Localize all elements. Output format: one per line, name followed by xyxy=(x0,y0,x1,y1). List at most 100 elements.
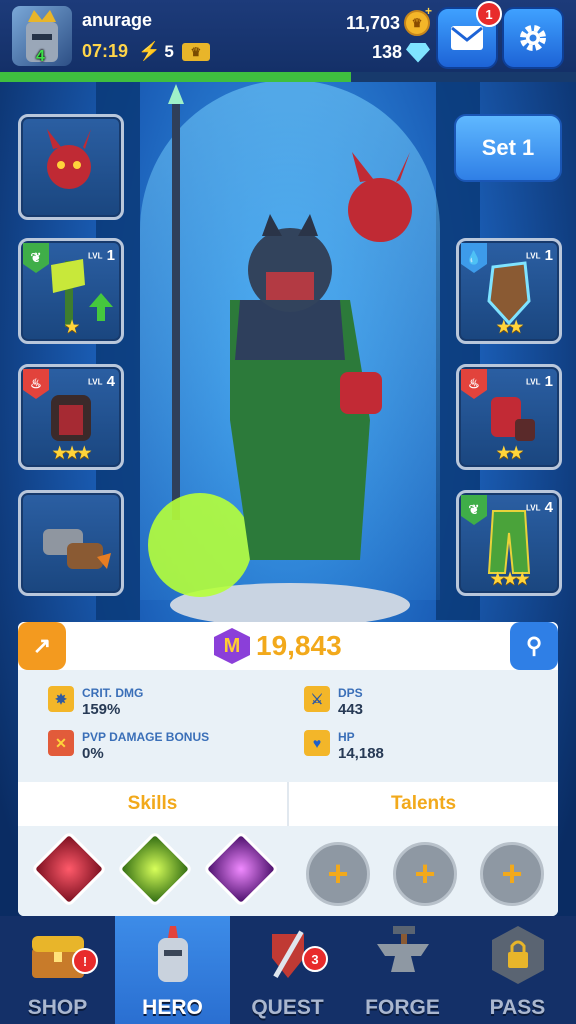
tab-skills[interactable]: Skills xyxy=(18,782,287,826)
mail-button[interactable]: 1 xyxy=(436,1,502,69)
nav-label: PASS xyxy=(489,996,546,1019)
slot-gauntlet[interactable]: ♨ LVL 1 ★★ xyxy=(456,364,562,470)
shop-badge: ! xyxy=(72,948,98,974)
stat-dps: ⚔ DPS 443 xyxy=(304,686,363,718)
slot-level: LVL 1 xyxy=(525,373,553,390)
equipment-set-button[interactable]: Set 1 xyxy=(454,114,562,182)
stat-crit-dmg: ✸ CRIT. DMG 159% xyxy=(48,686,143,718)
nav-label: QUEST xyxy=(251,996,324,1019)
stat-pvp-bonus: ✕ PVP DAMAGE BONUS 0% xyxy=(48,730,209,762)
stat-value: 0% xyxy=(82,745,104,762)
plus-icon: + xyxy=(414,853,436,894)
slot-weapon-axe[interactable]: ❦ LVL 1 ★ xyxy=(18,238,124,344)
skill-skull-icon[interactable] xyxy=(116,830,194,908)
heart-icon: ♥ xyxy=(304,730,330,756)
slot-level: LVL 1 xyxy=(525,247,553,264)
add-talent-button[interactable]: + xyxy=(306,842,370,906)
mail-badge: 1 xyxy=(476,1,502,27)
player-level: 4 xyxy=(36,48,45,65)
crown-icon: ♛ xyxy=(181,42,210,61)
experience-progress-fill xyxy=(0,72,352,82)
slot-stars: ★★★ xyxy=(490,571,529,588)
crit-icon: ✸ xyxy=(48,686,74,712)
plus-icon: + xyxy=(501,853,523,894)
hero-stats-panel: M 19,843 ✸ CRIT. DMG 159% ⚔ DPS 443 ✕ PV… xyxy=(18,622,558,916)
add-talent-button[interactable]: + xyxy=(393,842,457,906)
settings-button[interactable] xyxy=(502,7,564,69)
experience-progress-bar xyxy=(0,72,576,82)
skills-row: + + + xyxy=(18,826,558,916)
stat-hp: ♥ HP 14,188 xyxy=(304,730,384,762)
stat-label: CRIT. DMG xyxy=(82,686,144,700)
nav-hero[interactable]: HERO xyxy=(115,916,230,1024)
nav-quest[interactable]: 3 QUEST xyxy=(230,916,345,1024)
lightning-icon: ⚡ xyxy=(138,41,161,61)
power-value: 19,843 xyxy=(256,630,342,661)
locked-pass-icon xyxy=(491,926,544,984)
energy-counter: ⚡ 5 ♛ xyxy=(138,41,210,62)
slot-pet[interactable] xyxy=(18,114,124,220)
add-talent-button[interactable]: + xyxy=(480,842,544,906)
stat-value: 14,188 xyxy=(338,745,384,762)
slot-stars: ★ xyxy=(64,319,79,336)
slot-shield[interactable]: 💧 LVL 1 ★★ xyxy=(456,238,562,344)
slot-armor[interactable]: ♨ LVL 4 ★★★ xyxy=(18,364,124,470)
dps-icon: ⚔ xyxy=(304,686,330,712)
stat-label: HP xyxy=(338,730,355,744)
nav-forge[interactable]: FORGE xyxy=(345,916,460,1024)
magnifier-icon: ⚲ xyxy=(525,633,543,658)
nav-pass[interactable]: PASS xyxy=(460,916,575,1024)
skill-fire-eye-icon[interactable] xyxy=(30,830,108,908)
nav-label: HERO xyxy=(142,996,203,1019)
slot-level: LVL 4 xyxy=(87,373,115,390)
slot-level: LVL 1 xyxy=(87,247,115,264)
quest-badge: 3 xyxy=(302,946,328,972)
plus-icon: + xyxy=(327,853,349,894)
stat-label: PVP DAMAGE BONUS xyxy=(82,730,210,744)
slot-stars: ★★ xyxy=(496,319,524,336)
slot-stars: ★★★ xyxy=(52,445,91,462)
share-button[interactable]: ↗ xyxy=(18,622,66,670)
hero-staff xyxy=(172,100,180,520)
demon-pet-icon xyxy=(47,129,91,189)
inspect-button[interactable]: ⚲ xyxy=(510,622,558,670)
slot-stars: ★★ xyxy=(496,445,524,462)
nav-shop[interactable]: ! SHOP xyxy=(0,916,115,1024)
hero-gauntlet xyxy=(340,372,382,414)
mail-icon xyxy=(451,26,483,50)
energy-timer: 07:19 xyxy=(82,41,129,61)
coin-counter[interactable]: 11,703 ♛ + xyxy=(345,4,432,36)
skills-talents-tabs: Skills Talents xyxy=(18,782,558,826)
diamond-icon xyxy=(406,42,430,63)
glowing-orb xyxy=(148,493,252,597)
gem-counter[interactable]: 138 xyxy=(372,42,430,63)
coin-amount: 11,703 xyxy=(345,12,400,33)
stat-label: DPS xyxy=(338,686,363,700)
anvil-icon xyxy=(376,926,429,972)
player-name: anurage xyxy=(82,10,153,30)
slot-boots[interactable] xyxy=(18,490,124,596)
nav-label: FORGE xyxy=(365,996,440,1019)
share-icon: ↗ xyxy=(32,633,52,658)
pvp-icon: ✕ xyxy=(48,730,74,756)
nav-label: SHOP xyxy=(27,996,88,1019)
stats-area: ✸ CRIT. DMG 159% ⚔ DPS 443 ✕ PVP DAMAGE … xyxy=(18,670,558,782)
slot-level: LVL 4 xyxy=(525,499,553,516)
stat-value: 159% xyxy=(82,701,121,718)
knight-helmet-icon xyxy=(157,926,188,982)
might-icon: M xyxy=(214,628,250,664)
top-bar: 4 anurage 07:19 ⚡ 5 ♛ 11,703 ♛ + 138 1 xyxy=(0,0,576,72)
coin-icon: ♛ + xyxy=(404,4,432,36)
tab-talents[interactable]: Talents xyxy=(287,782,558,826)
demon-pet xyxy=(348,178,412,242)
gem-amount: 138 xyxy=(371,42,402,62)
energy-count: 5 xyxy=(164,41,174,61)
slot-leggings[interactable]: ❦ LVL 4 ★★★ xyxy=(456,490,562,596)
power-bar: M 19,843 xyxy=(18,622,558,670)
boots-icon xyxy=(43,529,111,569)
skill-vortex-icon[interactable] xyxy=(202,830,280,908)
gear-icon xyxy=(520,25,546,51)
add-coins-icon[interactable]: + xyxy=(425,4,432,18)
stat-value: 443 xyxy=(338,701,364,718)
bottom-navigation: ! SHOP HERO 3 QUEST FORGE PASS xyxy=(0,916,576,1024)
